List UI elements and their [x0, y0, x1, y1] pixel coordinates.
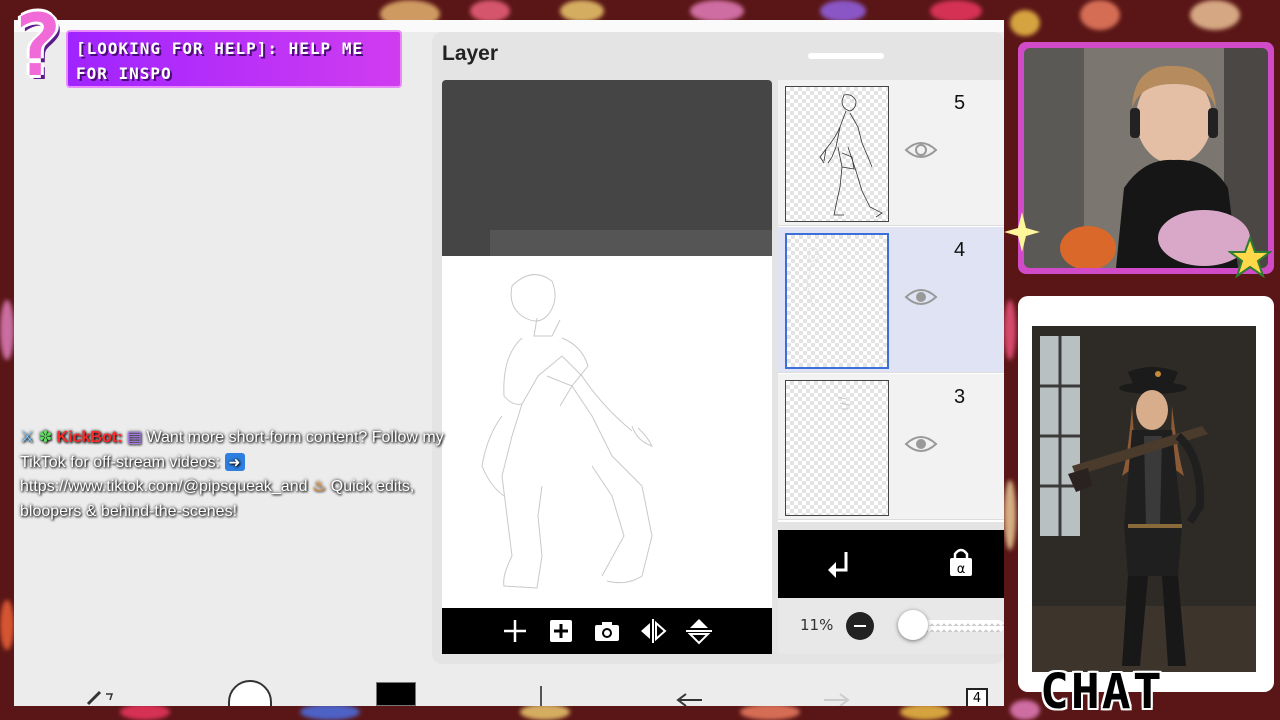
- eye-icon[interactable]: [904, 432, 938, 456]
- sparkle-icon: ✽: [38, 429, 53, 446]
- chat-line-2: TikTok for off-stream videos: ➜: [20, 451, 530, 476]
- eye-icon[interactable]: [904, 285, 938, 309]
- bottom-toolbar: 4: [14, 666, 1004, 706]
- canvas-overflow-area: [490, 230, 772, 256]
- chat-line-3: https://www.tiktok.com/@pipsqueak_and ♨ …: [20, 475, 530, 500]
- flip-vertical-icon[interactable]: [683, 615, 715, 647]
- color-swatch[interactable]: [376, 682, 416, 706]
- merge-down-icon[interactable]: [826, 548, 854, 580]
- canvas-preview[interactable]: [442, 80, 772, 608]
- preview-toolbar: [442, 608, 772, 654]
- toolbar-divider: [540, 686, 542, 706]
- alpha-lock-icon[interactable]: α: [948, 546, 974, 578]
- undo-icon[interactable]: [674, 690, 704, 706]
- opacity-value: 11%: [800, 616, 834, 634]
- fire-icon: ♨: [311, 478, 327, 495]
- layer-panel: Layer 5 4 3 α 11%: [432, 32, 1004, 664]
- reference-art-image: [1032, 326, 1256, 672]
- chat-label: CHAT: [1040, 664, 1164, 720]
- layer-thumbnail: [785, 86, 889, 222]
- layer-row-3[interactable]: 3: [778, 374, 1004, 520]
- drawing-app-screen: Layer 5 4 3 α 11% 4: [14, 20, 1004, 706]
- sword-icon: ⚔: [20, 429, 35, 446]
- reference-art-frame: [1018, 296, 1274, 692]
- clapperboard-icon: ▤: [126, 429, 143, 446]
- opacity-slider-thumb[interactable]: [898, 610, 929, 640]
- chat-message: ⚔ ✽ KickBot: ▤ Want more short-form cont…: [20, 426, 530, 524]
- layer-list: 5 4 3: [778, 80, 1004, 522]
- layer-row-4[interactable]: 4: [778, 227, 1004, 373]
- opacity-bar: 11%: [778, 598, 1004, 654]
- chat-url[interactable]: https://www.tiktok.com/@pipsqueak_and: [20, 478, 308, 495]
- stream-title-overlay: [LOOKiNG FOR HELP]: HELP ME FOR iNSPO ?: [0, 0, 402, 92]
- layer-number: 5: [954, 92, 966, 114]
- arrow-right-icon: ➜: [224, 452, 245, 471]
- layer-row-5[interactable]: 5: [778, 80, 1004, 226]
- plus-icon[interactable]: [499, 615, 531, 647]
- webcam-feed: [1024, 48, 1268, 268]
- star-icon: [1228, 236, 1272, 278]
- stream-title: [LOOKiNG FOR HELP]: HELP ME FOR iNSPO: [76, 39, 364, 83]
- chat-line-4: bloopers & behind-the-scenes!: [20, 502, 238, 520]
- opacity-decrease-button[interactable]: [846, 612, 874, 640]
- redo-icon[interactable]: [822, 690, 852, 706]
- stream-title-box: [LOOKiNG FOR HELP]: HELP ME FOR iNSPO: [66, 30, 402, 88]
- layer-thumbnail: [785, 233, 889, 369]
- add-layer-icon[interactable]: [545, 615, 577, 647]
- layer-number: 3: [954, 386, 966, 408]
- question-mark-icon: ?: [11, 0, 63, 96]
- layer-thumbnail: [785, 380, 889, 516]
- flip-horizontal-icon[interactable]: [637, 615, 669, 647]
- svg-text:α: α: [957, 562, 966, 577]
- panel-drag-handle[interactable]: [808, 53, 884, 59]
- sparkle-star-icon: [1004, 212, 1040, 252]
- layer-panel-title: Layer: [442, 42, 499, 65]
- chat-text: Quick edits,: [330, 478, 415, 495]
- chat-text: TikTok for off-stream videos:: [20, 453, 221, 471]
- layer-actions-bar: α: [778, 530, 1004, 598]
- layer-number: 4: [954, 239, 966, 261]
- eye-icon[interactable]: [904, 138, 938, 162]
- chat-username: KickBot:: [56, 429, 123, 446]
- layer-count-button[interactable]: 4: [966, 688, 988, 706]
- brush-size-button[interactable]: [228, 680, 272, 706]
- brush-icon[interactable]: [86, 686, 120, 706]
- camera-icon[interactable]: [591, 615, 623, 647]
- chat-line-1: ⚔ ✽ KickBot: ▤ Want more short-form cont…: [20, 426, 530, 451]
- chat-text: Want more short-form content? Follow my: [146, 429, 444, 446]
